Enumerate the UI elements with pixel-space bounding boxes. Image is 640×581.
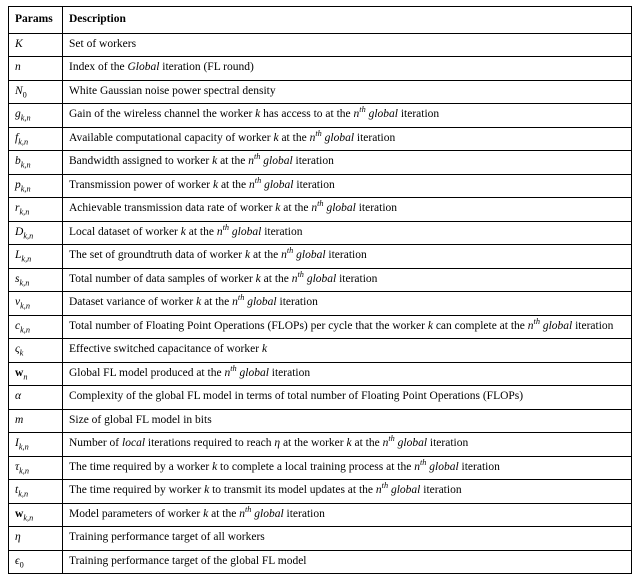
param-cell: τk,n bbox=[9, 456, 63, 480]
table-row: Lk,nThe set of groundtruth data of worke… bbox=[9, 245, 632, 269]
table-row: rk,nAchievable transmission data rate of… bbox=[9, 198, 632, 222]
table-body: KSet of workersnIndex of the Global iter… bbox=[9, 33, 632, 574]
param-cell: gk,n bbox=[9, 104, 63, 128]
param-cell: η bbox=[9, 527, 63, 551]
param-cell: ςk bbox=[9, 339, 63, 363]
param-cell: wn bbox=[9, 362, 63, 386]
description-cell: Gain of the wireless channel the worker … bbox=[63, 104, 632, 128]
description-cell: Total number of data samples of worker k… bbox=[63, 268, 632, 292]
description-cell: Global FL model produced at the nth glob… bbox=[63, 362, 632, 386]
description-cell: The time required by a worker k to compl… bbox=[63, 456, 632, 480]
header-params: Params bbox=[9, 7, 63, 34]
description-cell: Total number of Floating Point Operation… bbox=[63, 315, 632, 339]
table-row: pk,nTransmission power of worker k at th… bbox=[9, 174, 632, 198]
param-cell: pk,n bbox=[9, 174, 63, 198]
description-cell: Model parameters of worker k at the nth … bbox=[63, 503, 632, 527]
description-cell: White Gaussian noise power spectral dens… bbox=[63, 80, 632, 104]
param-cell: Lk,n bbox=[9, 245, 63, 269]
param-cell: Ik,n bbox=[9, 433, 63, 457]
header-description: Description bbox=[63, 7, 632, 34]
description-cell: Training performance target of the globa… bbox=[63, 550, 632, 574]
table-row: ck,nTotal number of Floating Point Opera… bbox=[9, 315, 632, 339]
param-cell: Dk,n bbox=[9, 221, 63, 245]
table-row: ϵ0Training performance target of the glo… bbox=[9, 550, 632, 574]
table-row: αComplexity of the global FL model in te… bbox=[9, 386, 632, 410]
description-cell: Effective switched capacitance of worker… bbox=[63, 339, 632, 363]
table-row: Dk,nLocal dataset of worker k at the nth… bbox=[9, 221, 632, 245]
param-cell: sk,n bbox=[9, 268, 63, 292]
description-cell: Transmission power of worker k at the nt… bbox=[63, 174, 632, 198]
description-cell: The time required by worker k to transmi… bbox=[63, 480, 632, 504]
description-cell: Dataset variance of worker k at the nth … bbox=[63, 292, 632, 316]
table-row: fk,nAvailable computational capacity of … bbox=[9, 127, 632, 151]
table-row: mSize of global FL model in bits bbox=[9, 409, 632, 433]
param-cell: wk,n bbox=[9, 503, 63, 527]
param-cell: α bbox=[9, 386, 63, 410]
param-cell: tk,n bbox=[9, 480, 63, 504]
param-cell: ϵ0 bbox=[9, 550, 63, 574]
table-row: N0White Gaussian noise power spectral de… bbox=[9, 80, 632, 104]
description-cell: Local dataset of worker k at the nth glo… bbox=[63, 221, 632, 245]
description-cell: Available computational capacity of work… bbox=[63, 127, 632, 151]
description-cell: Achievable transmission data rate of wor… bbox=[63, 198, 632, 222]
page: Params Description KSet of workersnIndex… bbox=[0, 0, 640, 580]
table-row: nIndex of the Global iteration (FL round… bbox=[9, 57, 632, 81]
table-row: ςkEffective switched capacitance of work… bbox=[9, 339, 632, 363]
table-row: wnGlobal FL model produced at the nth gl… bbox=[9, 362, 632, 386]
notation-table: Params Description KSet of workersnIndex… bbox=[8, 6, 632, 574]
description-cell: Bandwidth assigned to worker k at the nt… bbox=[63, 151, 632, 175]
param-cell: K bbox=[9, 33, 63, 57]
param-cell: n bbox=[9, 57, 63, 81]
table-row: wk,nModel parameters of worker k at the … bbox=[9, 503, 632, 527]
param-cell: m bbox=[9, 409, 63, 433]
table-row: KSet of workers bbox=[9, 33, 632, 57]
param-cell: ck,n bbox=[9, 315, 63, 339]
table-row: vk,nDataset variance of worker k at the … bbox=[9, 292, 632, 316]
table-row: bk,nBandwidth assigned to worker k at th… bbox=[9, 151, 632, 175]
description-cell: Index of the Global iteration (FL round) bbox=[63, 57, 632, 81]
description-cell: Set of workers bbox=[63, 33, 632, 57]
description-cell: Training performance target of all worke… bbox=[63, 527, 632, 551]
table-row: sk,nTotal number of data samples of work… bbox=[9, 268, 632, 292]
param-cell: vk,n bbox=[9, 292, 63, 316]
description-cell: Number of local iterations required to r… bbox=[63, 433, 632, 457]
table-row: ηTraining performance target of all work… bbox=[9, 527, 632, 551]
param-cell: N0 bbox=[9, 80, 63, 104]
table-header-row: Params Description bbox=[9, 7, 632, 34]
param-cell: fk,n bbox=[9, 127, 63, 151]
table-row: Ik,nNumber of local iterations required … bbox=[9, 433, 632, 457]
description-cell: Size of global FL model in bits bbox=[63, 409, 632, 433]
description-cell: Complexity of the global FL model in ter… bbox=[63, 386, 632, 410]
param-cell: rk,n bbox=[9, 198, 63, 222]
table-row: τk,nThe time required by a worker k to c… bbox=[9, 456, 632, 480]
table-row: gk,nGain of the wireless channel the wor… bbox=[9, 104, 632, 128]
param-cell: bk,n bbox=[9, 151, 63, 175]
table-row: tk,nThe time required by worker k to tra… bbox=[9, 480, 632, 504]
description-cell: The set of groundtruth data of worker k … bbox=[63, 245, 632, 269]
